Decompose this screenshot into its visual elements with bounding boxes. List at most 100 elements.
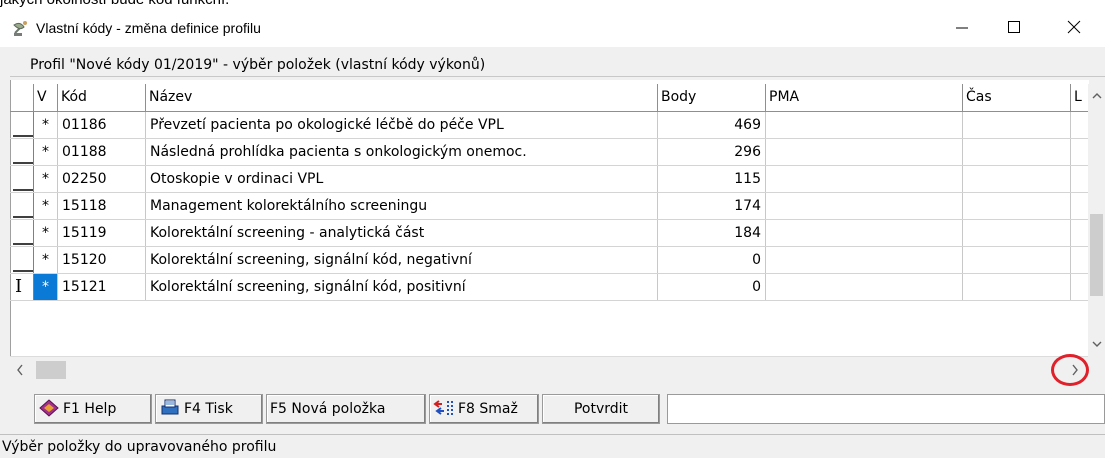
- minimize-button[interactable]: [942, 9, 982, 45]
- row-indicator[interactable]: [10, 247, 34, 273]
- table-row[interactable]: * 15119 Kolorektální screening - analyti…: [10, 220, 1088, 247]
- cell-body[interactable]: 174: [658, 193, 766, 219]
- cell-pma[interactable]: [766, 247, 963, 273]
- cell-v[interactable]: *: [34, 166, 58, 192]
- cell-nazev[interactable]: Následná prohlídka pacienta s onkologick…: [146, 139, 658, 165]
- vertical-scroll-thumb[interactable]: [1090, 214, 1103, 296]
- cell-v[interactable]: *: [34, 274, 58, 300]
- row-indicator[interactable]: [10, 220, 34, 246]
- cell-nazev[interactable]: Kolorektální screening, signální kód, ne…: [146, 247, 658, 273]
- close-button[interactable]: [1054, 9, 1094, 45]
- cell-l[interactable]: [1071, 274, 1088, 300]
- cell-cas[interactable]: [963, 220, 1071, 246]
- group-divider: [10, 76, 1105, 77]
- table-row[interactable]: * 01188 Následná prohlídka pacienta s on…: [10, 139, 1088, 166]
- cell-l[interactable]: [1071, 247, 1088, 273]
- cell-kod[interactable]: 15118: [58, 193, 146, 219]
- table-row[interactable]: * 02250 Otoskopie v ordinaci VPL 115: [10, 166, 1088, 193]
- header-kod[interactable]: Kód: [58, 84, 146, 111]
- cell-nazev[interactable]: Otoskopie v ordinaci VPL: [146, 166, 658, 192]
- cell-l[interactable]: [1071, 220, 1088, 246]
- cell-cas[interactable]: [963, 193, 1071, 219]
- cell-nazev[interactable]: Management kolorektálního screeningu: [146, 193, 658, 219]
- print-button[interactable]: F4 Tisk: [155, 394, 263, 424]
- header-v[interactable]: V: [34, 84, 58, 111]
- cell-cas[interactable]: [963, 274, 1071, 300]
- cell-kod[interactable]: 15121: [58, 274, 146, 300]
- bottom-toolbar: F1 Help F4 Tisk F5 Nová položka F8 Smaž …: [10, 392, 1105, 428]
- cell-v[interactable]: *: [34, 139, 58, 165]
- maximize-icon: [1008, 21, 1020, 33]
- cell-nazev[interactable]: Kolorektální screening - analytická část: [146, 220, 658, 246]
- row-indicator[interactable]: [10, 112, 34, 138]
- confirm-button[interactable]: Potvrdit: [542, 394, 660, 424]
- cell-cas[interactable]: [963, 112, 1071, 138]
- cell-cas[interactable]: [963, 139, 1071, 165]
- new-item-button[interactable]: F5 Nová položka: [266, 394, 426, 424]
- cell-v[interactable]: *: [34, 193, 58, 219]
- cell-pma[interactable]: [766, 166, 963, 192]
- minimize-icon: [956, 27, 968, 29]
- table-row[interactable]: * 15118 Management kolorektálního screen…: [10, 193, 1088, 220]
- header-nazev[interactable]: Název: [146, 84, 658, 111]
- cell-nazev[interactable]: Kolorektální screening, signální kód, po…: [146, 274, 658, 300]
- help-button-label: F1 Help: [63, 401, 117, 417]
- cell-l[interactable]: [1071, 112, 1088, 138]
- scroll-left-icon[interactable]: [16, 364, 24, 376]
- status-bar: Výběr položky do upravovaného profilu: [0, 434, 1105, 459]
- help-book-icon: [39, 399, 59, 417]
- cell-pma[interactable]: [766, 274, 963, 300]
- cell-v[interactable]: *: [34, 112, 58, 138]
- cell-pma[interactable]: [766, 193, 963, 219]
- cell-l[interactable]: [1071, 166, 1088, 192]
- row-indicator[interactable]: [10, 193, 34, 219]
- cell-body[interactable]: 469: [658, 112, 766, 138]
- close-icon: [1067, 20, 1081, 34]
- cell-v[interactable]: *: [34, 220, 58, 246]
- header-indicator: [10, 84, 34, 111]
- delete-rows-icon: [433, 400, 453, 415]
- cell-pma[interactable]: [766, 139, 963, 165]
- cell-v[interactable]: *: [34, 247, 58, 273]
- cell-nazev[interactable]: Převzetí pacienta po okologické léčbě do…: [146, 112, 658, 138]
- printer-icon: [161, 399, 179, 415]
- cell-body[interactable]: 115: [658, 166, 766, 192]
- cell-kod[interactable]: 15120: [58, 247, 146, 273]
- cell-cas[interactable]: [963, 166, 1071, 192]
- cell-l[interactable]: [1071, 193, 1088, 219]
- cell-l[interactable]: [1071, 139, 1088, 165]
- cell-pma[interactable]: [766, 220, 963, 246]
- title-bar: Vlastní kódy - změna definice profilu: [0, 9, 1105, 47]
- table-row[interactable]: * 15120 Kolorektální screening, signální…: [10, 247, 1088, 274]
- cell-kod[interactable]: 01188: [58, 139, 146, 165]
- help-button[interactable]: F1 Help: [34, 394, 152, 424]
- cell-body[interactable]: 0: [658, 274, 766, 300]
- table-row[interactable]: * 01186 Převzetí pacienta po okologické …: [10, 112, 1088, 139]
- cell-body[interactable]: 296: [658, 139, 766, 165]
- row-indicator[interactable]: [10, 139, 34, 165]
- row-cursor-marker[interactable]: I: [10, 274, 34, 300]
- cell-kod[interactable]: 15119: [58, 220, 146, 246]
- row-indicator[interactable]: [10, 166, 34, 192]
- horizontal-scrollbar[interactable]: [10, 356, 1088, 383]
- vertical-scrollbar[interactable]: [1088, 84, 1105, 356]
- cell-kod[interactable]: 02250: [58, 166, 146, 192]
- print-button-label: F4 Tisk: [184, 401, 233, 417]
- maximize-button[interactable]: [994, 9, 1034, 45]
- annotation-circle: [1051, 354, 1089, 386]
- cell-cas[interactable]: [963, 247, 1071, 273]
- cell-pma[interactable]: [766, 112, 963, 138]
- cell-kod[interactable]: 01186: [58, 112, 146, 138]
- header-body[interactable]: Body: [658, 84, 766, 111]
- scroll-up-icon[interactable]: [1092, 92, 1102, 100]
- scroll-down-icon[interactable]: [1092, 340, 1102, 348]
- table-row-selected[interactable]: I * 15121 Kolorektální screening, signál…: [10, 274, 1088, 301]
- delete-button[interactable]: F8 Smaž: [429, 394, 539, 424]
- cell-body[interactable]: 0: [658, 247, 766, 273]
- header-l[interactable]: L: [1071, 84, 1088, 111]
- cell-body[interactable]: 184: [658, 220, 766, 246]
- delete-button-label: F8 Smaž: [458, 401, 518, 417]
- horizontal-scroll-thumb[interactable]: [36, 361, 66, 379]
- header-cas[interactable]: Čas: [963, 84, 1071, 111]
- header-pma[interactable]: PMA: [766, 84, 963, 111]
